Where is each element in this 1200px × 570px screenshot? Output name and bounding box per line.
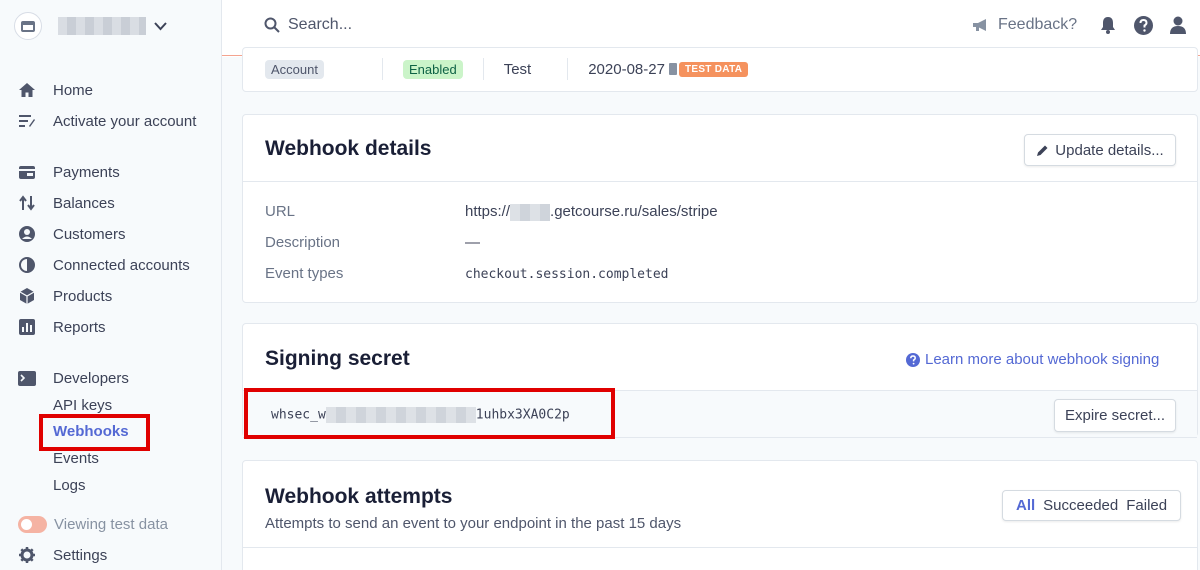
sidebar: Home Activate your account Payments Bala… bbox=[0, 0, 222, 570]
button-label: Update details... bbox=[1055, 141, 1164, 159]
filter-failed[interactable]: Failed bbox=[1126, 497, 1167, 514]
search-input[interactable]: Search... bbox=[288, 16, 352, 34]
nav-home[interactable]: Home bbox=[18, 79, 93, 101]
webhook-attempts-card: Webhook attempts Attempts to send an eve… bbox=[242, 460, 1198, 570]
section-title: Webhook attempts bbox=[265, 485, 453, 508]
nav-label: Activate your account bbox=[53, 112, 197, 130]
nav-customers[interactable]: Customers bbox=[18, 223, 126, 245]
nav-label: Home bbox=[53, 81, 94, 99]
customers-icon bbox=[18, 226, 36, 242]
status-badge: Enabled bbox=[402, 59, 463, 79]
divider bbox=[243, 547, 1197, 548]
nav-label: Connected accounts bbox=[53, 256, 190, 274]
help-icon[interactable] bbox=[1133, 15, 1153, 35]
store-icon bbox=[14, 12, 42, 40]
payments-icon bbox=[18, 164, 36, 180]
highlight-box bbox=[39, 414, 150, 451]
reports-icon bbox=[18, 319, 36, 335]
nav-connected-accounts[interactable]: Connected accounts bbox=[18, 254, 190, 276]
nav-label: Balances bbox=[53, 194, 115, 212]
activate-icon bbox=[18, 113, 36, 129]
search-icon bbox=[264, 17, 280, 33]
nav-payments[interactable]: Payments bbox=[18, 161, 120, 183]
update-details-button[interactable]: Update details... bbox=[1024, 134, 1176, 166]
nav-label: Customers bbox=[53, 225, 126, 243]
divider bbox=[243, 181, 1197, 182]
nav-settings[interactable]: Settings bbox=[18, 544, 107, 566]
nav-label: Reports bbox=[53, 318, 106, 336]
webhook-details-card: Webhook details Update details... URL ht… bbox=[242, 114, 1198, 303]
mode-text: Test bbox=[503, 60, 532, 78]
url-label: URL bbox=[265, 203, 296, 220]
nav-logs[interactable]: Logs bbox=[53, 477, 86, 497]
gear-icon bbox=[18, 547, 36, 563]
bell-icon[interactable] bbox=[1098, 15, 1118, 35]
test-data-badge: TEST DATA bbox=[678, 61, 749, 77]
account-name-redacted bbox=[58, 17, 146, 35]
home-icon bbox=[18, 82, 36, 98]
divider bbox=[482, 58, 484, 80]
nav-label: Settings bbox=[53, 546, 108, 564]
redacted-block bbox=[510, 203, 551, 221]
url-value: https:// .getcourse.ru/sales/stripe bbox=[465, 203, 718, 221]
pencil-icon bbox=[1037, 145, 1048, 156]
megaphone-icon bbox=[973, 19, 986, 31]
section-title: Signing secret bbox=[265, 347, 410, 370]
toggle-switch[interactable] bbox=[18, 515, 47, 533]
event-types-label: Event types bbox=[265, 265, 344, 282]
chevron-down-icon bbox=[154, 19, 167, 34]
description-label: Description bbox=[265, 234, 341, 251]
feedback-button[interactable]: Feedback? bbox=[972, 16, 1077, 34]
nav-products[interactable]: Products bbox=[18, 285, 112, 307]
summary-row: Account Enabled Test 2020-08-27 TEST DAT… bbox=[265, 58, 749, 80]
main-content: Account Enabled Test 2020-08-27 TEST DAT… bbox=[222, 47, 1200, 570]
account-pill: Account bbox=[265, 59, 324, 79]
created-date: 2020-08-27 bbox=[588, 60, 665, 78]
developers-icon bbox=[18, 370, 36, 386]
highlight-box bbox=[244, 388, 615, 439]
info-icon bbox=[668, 63, 677, 75]
nav-label: Payments bbox=[53, 163, 120, 181]
event-types-value: checkout.session.completed bbox=[465, 267, 669, 282]
test-data-toggle[interactable]: Viewing test data bbox=[18, 513, 168, 535]
balances-icon bbox=[18, 195, 36, 211]
nav-reports[interactable]: Reports bbox=[18, 316, 106, 338]
divider bbox=[381, 58, 383, 80]
link-label: Learn more about webhook signing bbox=[925, 351, 1160, 368]
nav-balances[interactable]: Balances bbox=[18, 192, 115, 214]
products-icon bbox=[18, 288, 36, 304]
description-value: — bbox=[465, 234, 480, 251]
connected-accounts-icon bbox=[18, 257, 36, 273]
divider bbox=[567, 58, 569, 80]
filter-succeeded[interactable]: Succeeded bbox=[1043, 497, 1118, 514]
url-prefix: https:// bbox=[465, 203, 511, 220]
help-icon bbox=[906, 352, 920, 367]
expire-secret-button[interactable]: Expire secret... bbox=[1054, 399, 1176, 432]
nav-activate-account[interactable]: Activate your account bbox=[18, 110, 196, 132]
search-bar[interactable]: Search... bbox=[264, 16, 352, 34]
nav-developers[interactable]: Developers bbox=[18, 367, 129, 389]
learn-more-link[interactable]: Learn more about webhook signing bbox=[906, 351, 1159, 368]
attempts-filter: All Succeeded Failed bbox=[1002, 490, 1182, 521]
section-title: Webhook details bbox=[265, 137, 432, 160]
test-data-label: Viewing test data bbox=[54, 515, 168, 533]
nav-label: Developers bbox=[53, 369, 129, 387]
account-switcher[interactable] bbox=[14, 12, 167, 40]
url-suffix: .getcourse.ru/sales/stripe bbox=[550, 203, 718, 220]
nav-label: Products bbox=[53, 287, 113, 305]
endpoint-summary-card: Account Enabled Test 2020-08-27 TEST DAT… bbox=[242, 47, 1198, 92]
nav-events[interactable]: Events bbox=[53, 450, 99, 470]
feedback-label: Feedback? bbox=[998, 16, 1078, 33]
filter-all[interactable]: All bbox=[1016, 497, 1035, 514]
section-subtitle: Attempts to send an event to your endpoi… bbox=[265, 515, 682, 532]
user-icon[interactable] bbox=[1168, 15, 1188, 35]
